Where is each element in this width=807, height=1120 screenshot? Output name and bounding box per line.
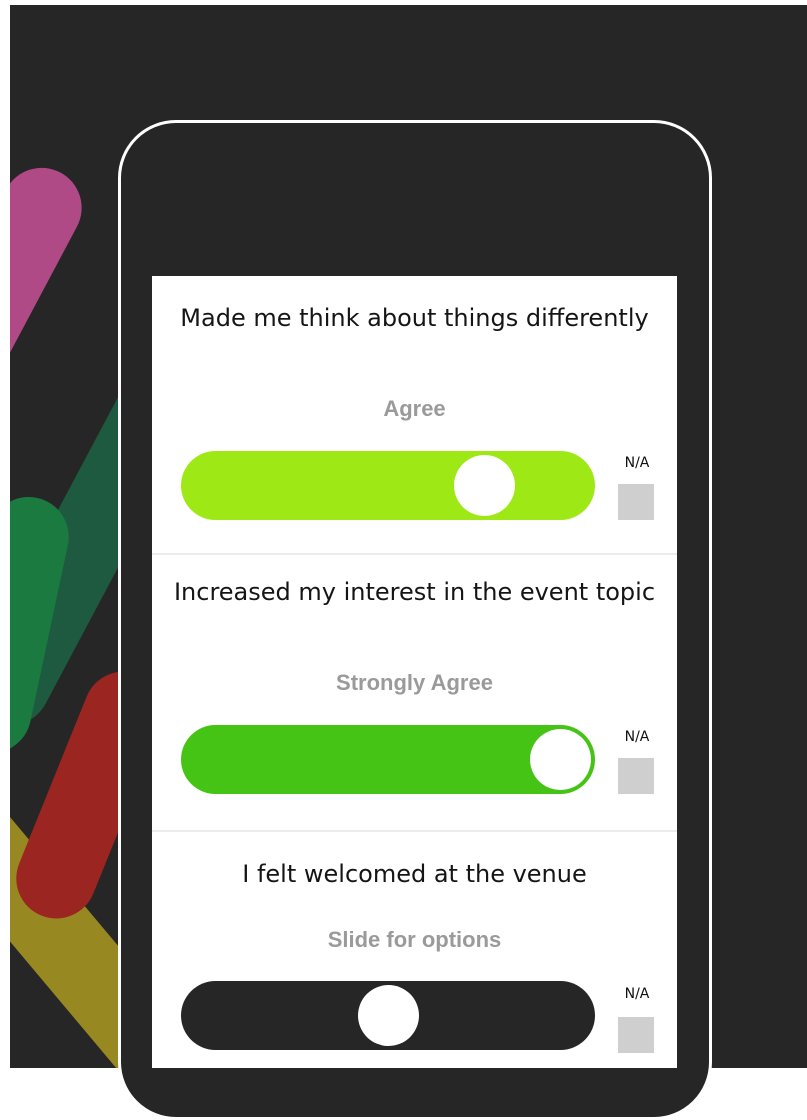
na-label: N/A bbox=[624, 729, 650, 745]
question-text: Made me think about things differently bbox=[180, 304, 649, 332]
question-card: I felt welcomed at the venue Slide for o… bbox=[152, 830, 677, 1068]
answer-label: Slide for options bbox=[327, 927, 502, 952]
slider-knob[interactable] bbox=[530, 729, 591, 790]
na-checkbox[interactable] bbox=[618, 484, 654, 520]
rating-slider[interactable] bbox=[181, 725, 595, 794]
question-text: Increased my interest in the event topic bbox=[173, 578, 656, 606]
na-checkbox[interactable] bbox=[618, 758, 654, 794]
answer-label: Agree bbox=[383, 396, 446, 421]
question-card: Increased my interest in the event topic… bbox=[152, 553, 677, 832]
survey-screen: Made me think about things differently A… bbox=[152, 276, 677, 1068]
question-text: I felt welcomed at the venue bbox=[242, 860, 587, 888]
na-label: N/A bbox=[624, 455, 650, 471]
slider-knob[interactable] bbox=[357, 985, 419, 1046]
decorative-stripe-pink bbox=[10, 153, 96, 457]
rating-slider[interactable] bbox=[181, 981, 595, 1050]
question-card: Made me think about things differently A… bbox=[152, 276, 677, 553]
slider-knob[interactable] bbox=[454, 455, 516, 516]
na-label: N/A bbox=[624, 986, 650, 1002]
na-checkbox[interactable] bbox=[618, 1017, 654, 1053]
answer-label: Strongly Agree bbox=[336, 670, 493, 695]
rating-slider[interactable] bbox=[181, 451, 595, 520]
